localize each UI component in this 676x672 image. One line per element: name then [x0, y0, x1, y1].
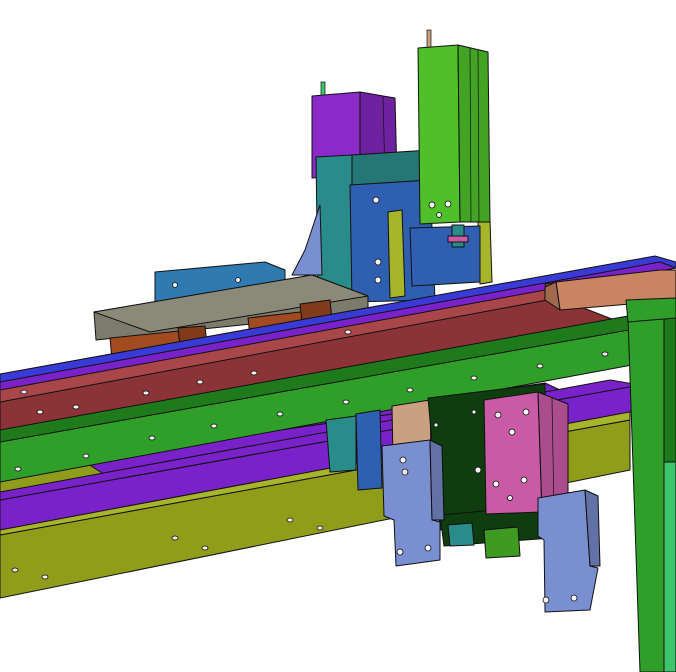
hanging-teal-plate	[325, 415, 357, 473]
lower-green-foot	[483, 526, 521, 559]
cad-viewport	[0, 0, 676, 672]
cad-assembly-drawing	[0, 29, 676, 672]
bracket-right	[537, 489, 601, 613]
lime-cylinder	[417, 29, 491, 248]
gusset	[291, 204, 323, 276]
bracket-left	[381, 439, 445, 567]
blue-side-plate	[355, 409, 383, 491]
guide-bar-left	[387, 209, 406, 299]
lower-teal-foot	[447, 522, 475, 547]
rear-blue-block	[409, 225, 481, 287]
